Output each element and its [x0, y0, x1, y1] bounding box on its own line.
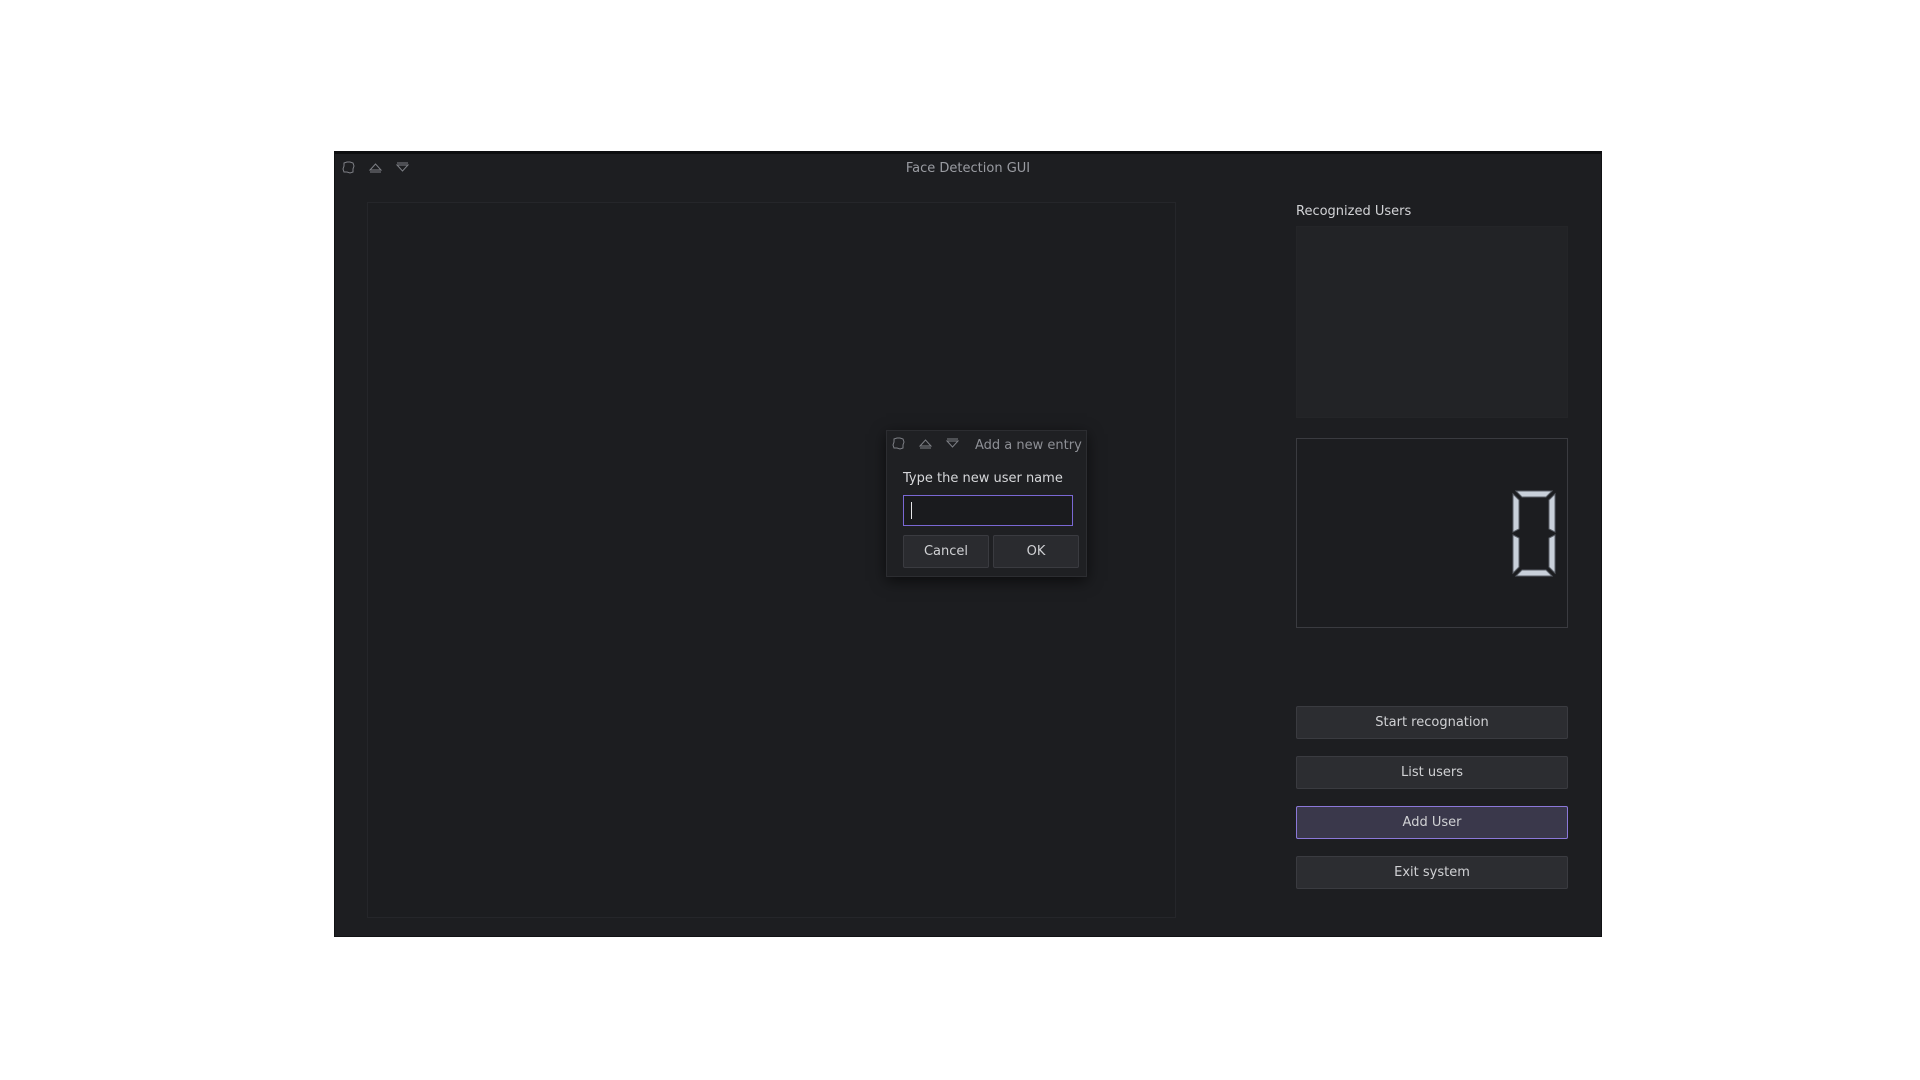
- shade-down-icon[interactable]: [945, 436, 960, 451]
- text-caret: [911, 502, 912, 519]
- shade-up-icon[interactable]: [918, 436, 933, 451]
- lcd-counter: [1296, 438, 1568, 628]
- start-recognition-button[interactable]: Start recognation: [1296, 706, 1568, 739]
- recognized-users-label: Recognized Users: [1296, 204, 1412, 219]
- recognized-users-list[interactable]: [1296, 226, 1568, 418]
- lcd-digit-zero: [1512, 490, 1556, 577]
- dialog-prompt: Type the new user name: [903, 471, 1063, 486]
- add-entry-dialog: Add a new entry Type the new user name C…: [886, 430, 1087, 577]
- new-user-name-input[interactable]: [903, 495, 1073, 526]
- list-users-button[interactable]: List users: [1296, 756, 1568, 789]
- window-title: Face Detection GUI: [905, 161, 1031, 176]
- dialog-title: Add a new entry: [975, 438, 1082, 453]
- ok-button[interactable]: OK: [993, 535, 1079, 568]
- cancel-button[interactable]: Cancel: [903, 535, 989, 568]
- add-user-button[interactable]: Add User: [1296, 806, 1568, 839]
- pin-icon[interactable]: [891, 436, 906, 451]
- titlebar: Face Detection GUI: [335, 154, 1601, 184]
- exit-system-button[interactable]: Exit system: [1296, 856, 1568, 889]
- dialog-titlebar-icons: [891, 436, 960, 451]
